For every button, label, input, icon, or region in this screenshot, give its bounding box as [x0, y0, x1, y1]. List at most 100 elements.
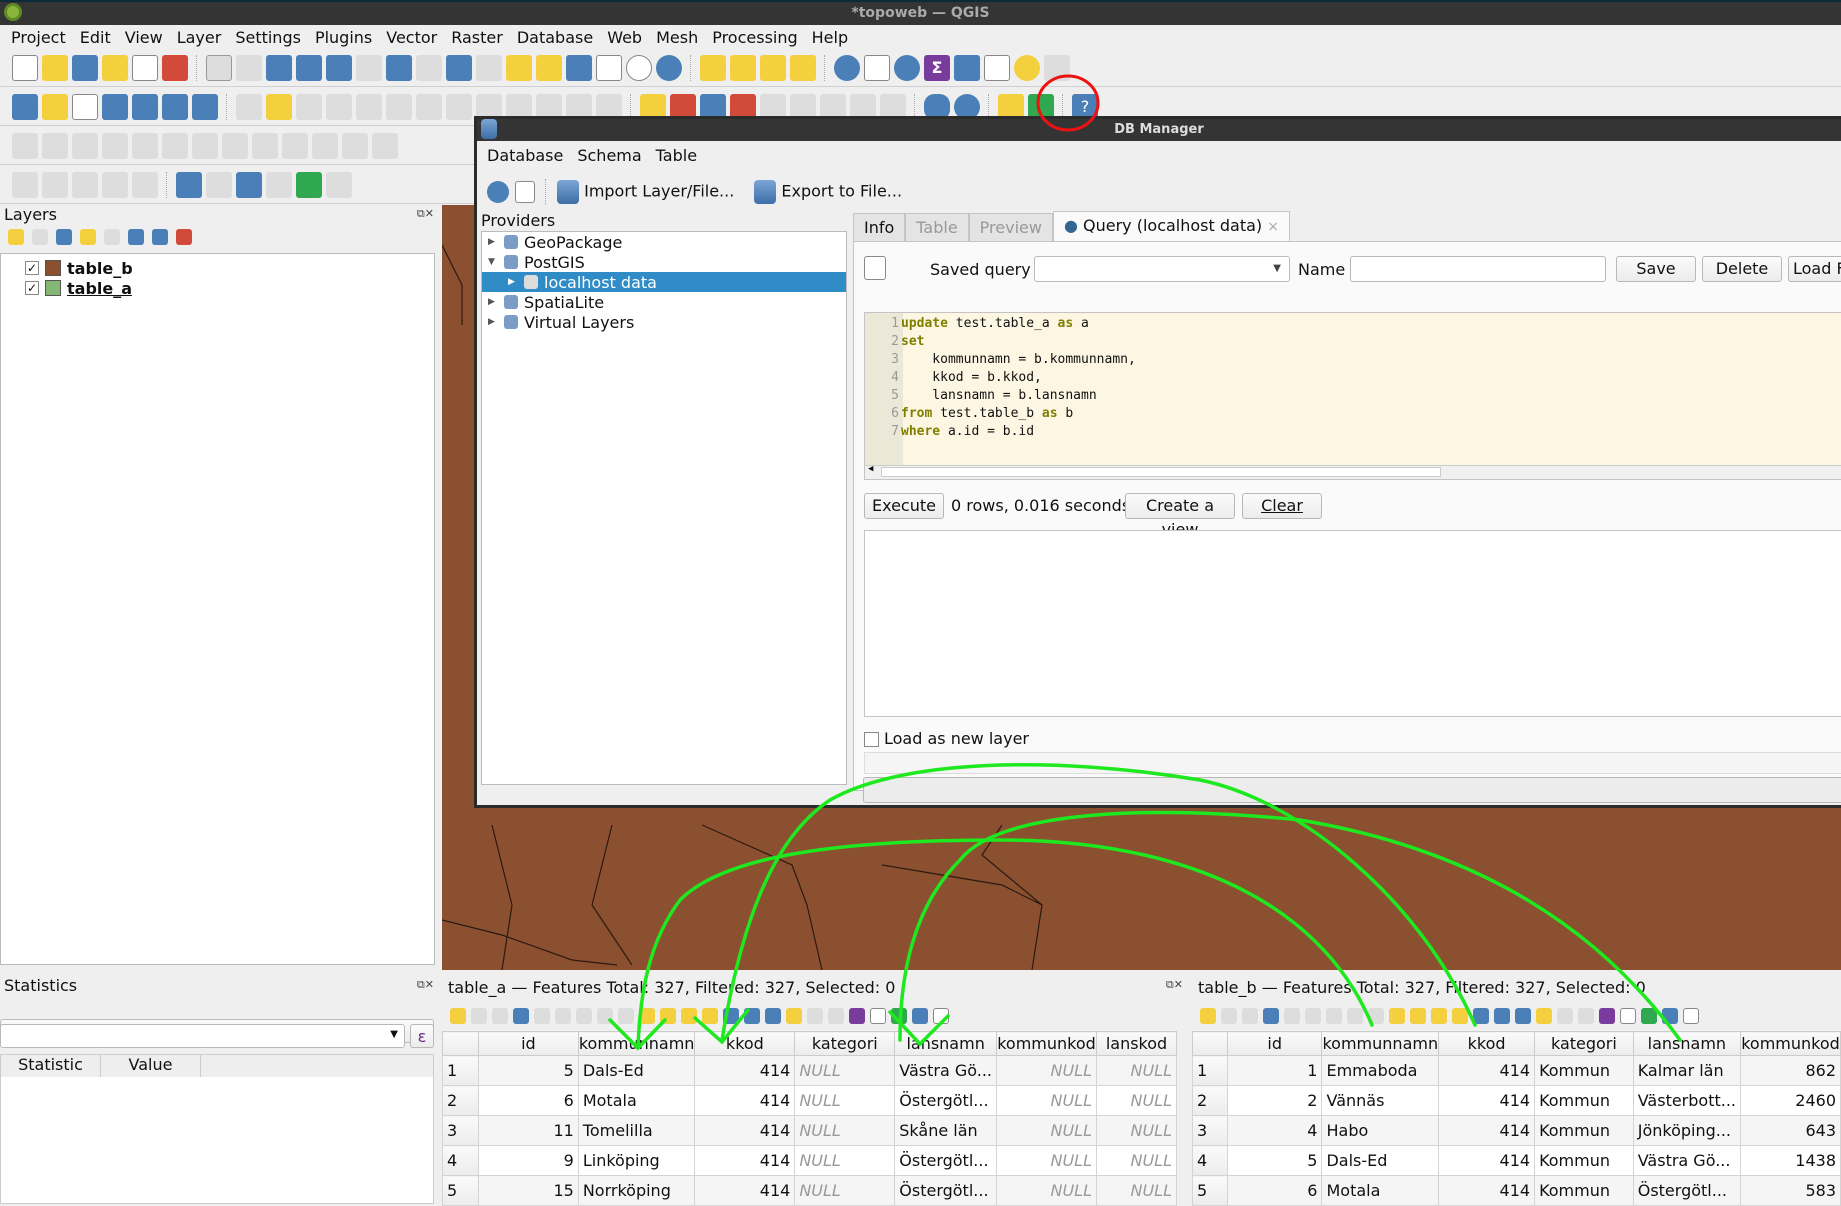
- add-feature-icon[interactable]: [534, 1008, 550, 1024]
- add-group-icon[interactable]: [32, 229, 48, 245]
- simplify-icon[interactable]: [132, 132, 158, 159]
- load-now-button[interactable]: [863, 777, 1841, 803]
- provider-geopackage[interactable]: ▶ GeoPackage: [482, 232, 846, 252]
- collapsed-arrow-icon[interactable]: ▶: [488, 297, 498, 307]
- corner-header[interactable]: [442, 1031, 479, 1056]
- delete-ring-icon[interactable]: [252, 132, 278, 159]
- table-cell[interactable]: Dals-Ed: [577, 1055, 696, 1086]
- menu-web[interactable]: Web: [600, 28, 649, 47]
- table-row[interactable]: 5 15 Norrköping 414 NULL Östergötl... NULL NULL: [442, 1175, 1177, 1206]
- dock-table-icon[interactable]: [912, 1008, 928, 1024]
- table-cell[interactable]: Kommun: [1534, 1175, 1634, 1206]
- add-rectangle-icon[interactable]: [102, 171, 128, 198]
- filter-legend-icon[interactable]: [80, 229, 96, 245]
- table-cell[interactable]: Motala: [1321, 1175, 1440, 1206]
- table-cell[interactable]: 6: [1226, 1175, 1323, 1206]
- menu-mesh[interactable]: Mesh: [649, 28, 705, 47]
- table-cell[interactable]: 414: [1438, 1055, 1536, 1086]
- new-3d-view-icon[interactable]: [536, 54, 562, 81]
- table-cell[interactable]: NULL: [1096, 1115, 1177, 1146]
- scale-feature-icon[interactable]: [102, 132, 128, 159]
- digitize-icon[interactable]: [326, 93, 352, 120]
- zoom-in-icon[interactable]: [266, 54, 292, 81]
- table-cell[interactable]: Linköping: [577, 1145, 696, 1176]
- zoom-native-icon[interactable]: [416, 54, 442, 81]
- delete-selected-icon[interactable]: [446, 93, 472, 120]
- menu-table[interactable]: Table: [656, 146, 697, 168]
- pan-hand-icon[interactable]: [206, 54, 232, 81]
- row-number[interactable]: 5: [1192, 1175, 1228, 1206]
- zoom-last-icon[interactable]: [446, 54, 472, 81]
- collapsed-arrow-icon[interactable]: ▶: [488, 237, 498, 247]
- table-cell[interactable]: 414: [694, 1145, 796, 1176]
- table-row[interactable]: 1 1 Emmaboda 414 Kommun Kalmar län 862: [1192, 1055, 1841, 1086]
- table-cell[interactable]: NULL: [794, 1145, 896, 1176]
- execute-button[interactable]: Execute: [864, 493, 944, 519]
- table-cell[interactable]: NULL: [996, 1085, 1097, 1116]
- save-edits-icon[interactable]: [296, 93, 322, 120]
- reload-icon[interactable]: [513, 1008, 529, 1024]
- zoom-to-selected-icon[interactable]: [1536, 1008, 1552, 1024]
- column-header-kkod[interactable]: kkod: [1438, 1031, 1536, 1056]
- table-cell[interactable]: Jönköping...: [1632, 1115, 1742, 1146]
- current-edits-icon[interactable]: [236, 93, 262, 120]
- menu-layer[interactable]: Layer: [170, 28, 229, 47]
- save-query-button[interactable]: Save: [1616, 256, 1696, 282]
- tab-table[interactable]: Table: [905, 213, 969, 241]
- conditional-formatting-icon[interactable]: [1620, 1008, 1636, 1024]
- table-row[interactable]: 3 11 Tomelilla 414 NULL Skåne län NULL NULL: [442, 1115, 1177, 1146]
- column-header-kategori[interactable]: kategori: [794, 1031, 896, 1056]
- table-cell[interactable]: 6: [477, 1085, 579, 1116]
- saved-query-combo[interactable]: ▼: [1034, 256, 1290, 282]
- identify-features-icon[interactable]: [834, 54, 860, 81]
- offset-curve-icon[interactable]: [342, 132, 368, 159]
- style-brush-icon[interactable]: [8, 229, 24, 245]
- layer-visibility-checkbox[interactable]: ✓: [25, 261, 39, 275]
- provider-virtual-layers[interactable]: ▶ Virtual Layers: [482, 312, 846, 332]
- table-cell[interactable]: NULL: [996, 1175, 1097, 1206]
- menu-edit[interactable]: Edit: [73, 28, 118, 47]
- menu-plugins[interactable]: Plugins: [308, 28, 379, 47]
- copy-icon[interactable]: [597, 1008, 613, 1024]
- clear-button[interactable]: Clear: [1242, 493, 1322, 519]
- table-cell[interactable]: Kommun: [1534, 1145, 1634, 1176]
- toggle-editing-icon[interactable]: [450, 1008, 466, 1024]
- filter-select-icon[interactable]: [1473, 1008, 1489, 1024]
- corner-header[interactable]: [1192, 1031, 1228, 1056]
- add-ring-icon[interactable]: [162, 132, 188, 159]
- deselect-all-icon[interactable]: [702, 1008, 718, 1024]
- tab-query[interactable]: ● Query (localhost data) ×: [1052, 211, 1290, 241]
- refresh-icon[interactable]: [487, 181, 509, 203]
- multi-edit-icon[interactable]: [471, 1008, 487, 1024]
- move-feature-icon[interactable]: [42, 132, 68, 159]
- paste-icon[interactable]: [1368, 1008, 1384, 1024]
- close-tab-icon[interactable]: ×: [1267, 219, 1279, 235]
- table-cell[interactable]: 414: [1438, 1085, 1536, 1116]
- split-features-icon[interactable]: [372, 132, 398, 159]
- row-number[interactable]: 3: [442, 1115, 479, 1146]
- dock-float-close-icons[interactable]: ⧉✕: [417, 978, 434, 992]
- new-project-icon[interactable]: [12, 54, 38, 81]
- table-cell[interactable]: Norrköping: [577, 1175, 696, 1206]
- table-row[interactable]: 2 2 Vännäs 414 Kommun Västerbott... 2460: [1192, 1085, 1841, 1116]
- attribute-grid-b[interactable]: id kommunnamn kkod kategori lansnamn kommunko…: [1192, 1031, 1841, 1206]
- topology-checker-icon[interactable]: [326, 171, 352, 198]
- add-feature-icon[interactable]: [1284, 1008, 1300, 1024]
- layer-visibility-checkbox[interactable]: ✓: [25, 281, 39, 295]
- multi-edit-icon[interactable]: [1221, 1008, 1237, 1024]
- cut-icon[interactable]: [1326, 1008, 1342, 1024]
- geometry-checker-icon[interactable]: [296, 171, 322, 198]
- table-cell[interactable]: Västra Gö...: [894, 1055, 998, 1086]
- table-row[interactable]: 2 6 Motala 414 NULL Östergötl... NULL NULL: [442, 1085, 1177, 1116]
- statistics-field-combo[interactable]: ▼: [0, 1024, 405, 1048]
- table-row[interactable]: 5 6 Motala 414 Kommun Östergötl... 583: [1192, 1175, 1841, 1206]
- menu-processing[interactable]: Processing: [705, 28, 804, 47]
- table-cell[interactable]: NULL: [996, 1055, 1097, 1086]
- move-selection-top-icon[interactable]: [1494, 1008, 1510, 1024]
- attribute-grid-a[interactable]: id kommunnamn kkod kategori lansnamn kommunko…: [442, 1031, 1177, 1206]
- table-cell[interactable]: 5: [1226, 1145, 1323, 1176]
- save-edits-icon[interactable]: [492, 1008, 508, 1024]
- pan-to-selected-icon[interactable]: [765, 1008, 781, 1024]
- table-cell[interactable]: 414: [694, 1115, 796, 1146]
- row-number[interactable]: 4: [442, 1145, 479, 1176]
